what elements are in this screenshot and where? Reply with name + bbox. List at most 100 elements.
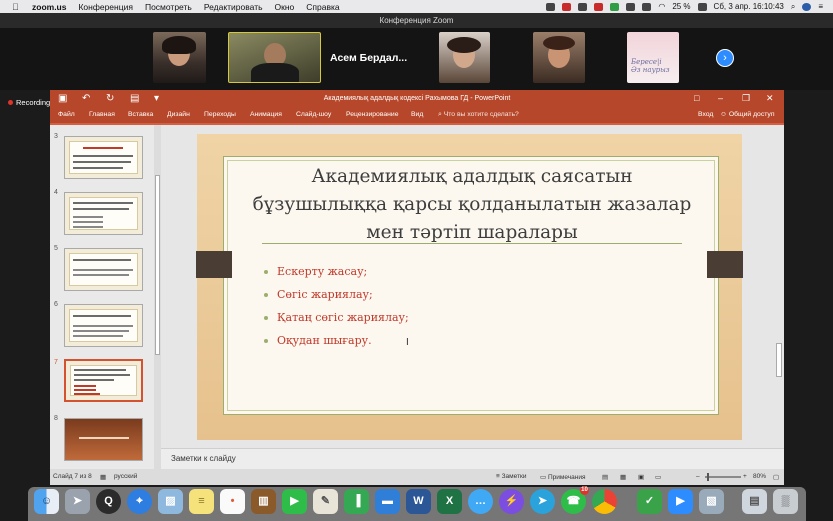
menu-app-name[interactable]: zoom.us — [32, 2, 66, 12]
notes-placeholder: Заметки к слайду — [171, 454, 236, 463]
slide-thumbnail-7-selected[interactable] — [64, 359, 143, 402]
chrome-icon[interactable] — [592, 489, 617, 514]
tab-insert[interactable]: Вставка — [128, 111, 153, 118]
sign-in-link[interactable]: Вход — [698, 111, 713, 118]
tab-design[interactable]: Дизайн — [167, 111, 190, 118]
tray-adblock-icon[interactable] — [562, 2, 572, 11]
wifi-icon[interactable]: ◠ — [658, 2, 665, 11]
bullet-text: Ескерту жасау; — [277, 265, 368, 278]
zoom-in-icon[interactable]: + — [743, 473, 747, 480]
whatsapp-icon[interactable]: ☎ 10 — [561, 486, 589, 514]
next-participants-button[interactable]: › — [716, 49, 734, 67]
menu-item-window[interactable]: Окно — [275, 2, 295, 12]
slide-thumbnail-4[interactable] — [64, 192, 143, 235]
tab-transitions[interactable]: Переходы — [204, 111, 236, 118]
zoom-level[interactable]: 80% — [753, 473, 766, 480]
fit-to-window-icon[interactable]: ▢ — [773, 473, 779, 481]
bullet-text: Оқудан шығару. — [277, 334, 372, 347]
finder-icon[interactable]: ☺ — [34, 489, 59, 514]
trash-icon[interactable]: ▒ — [773, 489, 798, 514]
reading-view-icon[interactable]: ▣ — [638, 473, 644, 481]
restore-icon[interactable]: ❐ — [742, 93, 750, 104]
board-clip-right — [707, 251, 743, 278]
close-icon[interactable]: ✕ — [766, 93, 774, 104]
share-button[interactable]: ☺ Общий доступ — [720, 111, 775, 118]
books-icon[interactable]: ▥ — [251, 489, 276, 514]
tray-grid-icon[interactable] — [626, 2, 636, 11]
menubar-datetime[interactable]: Сб, 3 апр. 16:10:43 — [714, 2, 784, 11]
battery-icon[interactable] — [697, 2, 707, 11]
photos-icon[interactable]: ▧ — [699, 489, 724, 514]
tray-vpn-icon[interactable] — [610, 2, 620, 11]
slide-sorter-icon[interactable]: ▦ — [620, 473, 626, 481]
tray-shield-icon[interactable] — [594, 2, 604, 11]
slide-thumbnail-8[interactable] — [64, 418, 143, 461]
zoom-icon[interactable]: ▶ — [668, 489, 693, 514]
participant-video[interactable] — [439, 32, 490, 83]
slide-thumbnail-3[interactable] — [64, 136, 143, 179]
thumbnail-scrollbar[interactable] — [154, 125, 161, 469]
slide-thumbnail-6[interactable] — [64, 304, 143, 347]
language-indicator[interactable]: русский — [114, 473, 137, 480]
safari-icon[interactable]: ⌖ — [127, 489, 152, 514]
tab-slideshow[interactable]: Слайд-шоу — [296, 111, 331, 118]
launchpad-icon[interactable]: ➤ — [65, 489, 90, 514]
zoom-slider-knob[interactable] — [707, 473, 709, 481]
facetime-icon[interactable]: ▶ — [282, 489, 307, 514]
slide-title[interactable]: Академиялық адалдық саясатын бұзушылыққа… — [244, 163, 700, 247]
tray-app-icon[interactable] — [546, 2, 556, 11]
preview-icon[interactable]: ▨ — [158, 489, 183, 514]
keynote-icon[interactable]: ▬ — [375, 489, 400, 514]
slide-counter: Слайд 7 из 8 — [53, 473, 92, 480]
tab-view[interactable]: Вид — [411, 111, 423, 118]
normal-view-icon[interactable]: ▤ — [602, 473, 608, 481]
notes-pane[interactable]: Заметки к слайду — [161, 448, 784, 469]
screenshot-icon[interactable]: ▤ — [742, 489, 767, 514]
scripteditor-icon[interactable]: ✎ — [313, 489, 338, 514]
tell-me-search[interactable]: ⌕ Что вы хотите сделать? — [438, 111, 519, 119]
tab-file[interactable]: Файл — [58, 111, 75, 118]
word-icon[interactable]: W — [406, 489, 431, 514]
spotlight-search-icon[interactable]: ⌕ — [791, 2, 795, 12]
tray-bars-icon[interactable] — [642, 2, 652, 11]
cloud-icon[interactable] — [578, 2, 588, 11]
messenger-icon[interactable]: ⚡ — [499, 489, 524, 514]
participant-video[interactable]: Бересе|і Әз наурыз — [627, 32, 679, 83]
participant-video[interactable] — [533, 32, 585, 83]
bullet-item: Қатаң сөгіс жариялау; — [264, 306, 409, 329]
quicktime-icon[interactable]: Q — [96, 489, 121, 514]
notes-toggle-button[interactable]: ≡ Заметки — [496, 473, 526, 480]
zoom-slider[interactable] — [705, 476, 741, 478]
excel-icon[interactable]: X — [437, 489, 462, 514]
recording-indicator[interactable]: Recording — [8, 98, 50, 107]
canvas-scrollbar[interactable] — [774, 125, 784, 448]
slideshow-view-icon[interactable]: ▭ — [655, 473, 661, 481]
control-center-icon[interactable]: ≡ — [818, 2, 823, 11]
comments-toggle-button[interactable]: ▭ Примечания — [540, 473, 585, 481]
apple-menu-icon[interactable]:  — [12, 2, 22, 12]
powerpoint-window: ▣ ↶ ↻ ▤ ▾ Академиялық адалдық кодексі Ра… — [50, 90, 784, 485]
participant-video[interactable] — [153, 32, 206, 83]
user-avatar-icon[interactable] — [802, 2, 812, 11]
tab-home[interactable]: Главная — [89, 111, 115, 118]
slide-thumbnail-5[interactable] — [64, 248, 143, 291]
slide-bullets[interactable]: Ескерту жасау; Сөгіс жариялау; Қатаң сөг… — [264, 260, 409, 352]
numbers-icon[interactable]: ▐ — [344, 489, 369, 514]
reminders-icon[interactable]: • — [220, 489, 245, 514]
tab-review[interactable]: Рецензирование — [346, 111, 398, 118]
notes-icon[interactable]: ≡ — [189, 489, 214, 514]
minimize-icon[interactable]: – — [718, 93, 723, 103]
menu-item-edit[interactable]: Редактировать — [204, 2, 263, 12]
menu-item-conference[interactable]: Конференция — [78, 2, 132, 12]
tab-animation[interactable]: Анимация — [250, 111, 282, 118]
ribbon-display-icon[interactable]: □ — [694, 93, 699, 103]
zoom-out-icon[interactable]: – — [696, 473, 700, 480]
current-slide[interactable]: Академиялық адалдық саясатын бұзушылыққа… — [196, 134, 743, 440]
vpn-icon[interactable]: ✓ — [637, 489, 662, 514]
messages-icon[interactable]: … — [468, 489, 493, 514]
spellcheck-icon[interactable]: ▦ — [100, 473, 106, 481]
active-speaker-video[interactable] — [228, 32, 321, 83]
menu-item-view[interactable]: Посмотреть — [145, 2, 192, 12]
telegram-icon[interactable]: ➤ — [530, 489, 555, 514]
menu-item-help[interactable]: Справка — [306, 2, 339, 12]
